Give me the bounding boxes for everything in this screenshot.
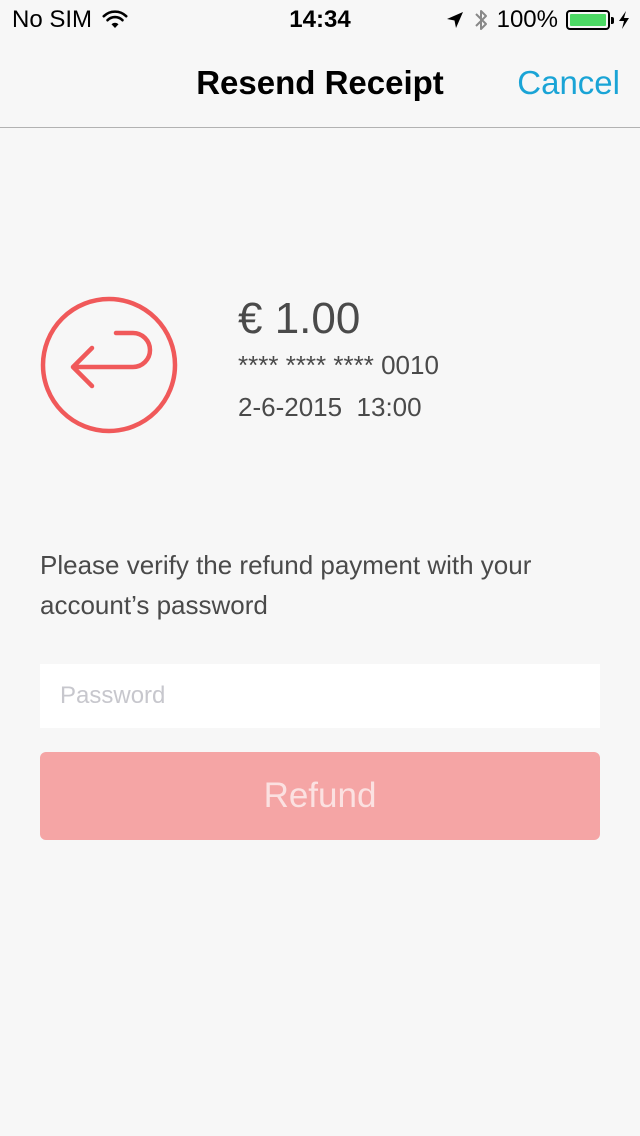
transaction-amount: € 1.00 [238,294,361,343]
battery-percent: 100% [496,6,558,33]
battery-level [570,14,606,26]
battery-nub [611,17,614,24]
status-bar: No SIM 14:34 100% [0,0,640,40]
password-input[interactable] [40,664,600,728]
masked-card-number: **** **** **** 0010 [238,350,439,380]
battery-icon [566,10,614,30]
verification-message: Please verify the refund payment with yo… [40,550,532,620]
refund-button[interactable]: Refund [40,752,600,840]
navigation-bar: Resend Receipt Cancel [0,40,640,128]
bluetooth-icon [474,10,487,30]
transaction-date-time: 2-6-2015 13:00 [238,392,422,422]
location-arrow-icon [446,12,463,28]
cancel-button[interactable]: Cancel [517,64,620,102]
status-right: 100% [445,6,630,34]
charging-bolt-icon [619,11,629,29]
refund-return-arrow-icon [40,296,178,434]
refund-verification-screen: No SIM 14:34 100% Resend Receipt Cancel … [0,0,640,1136]
